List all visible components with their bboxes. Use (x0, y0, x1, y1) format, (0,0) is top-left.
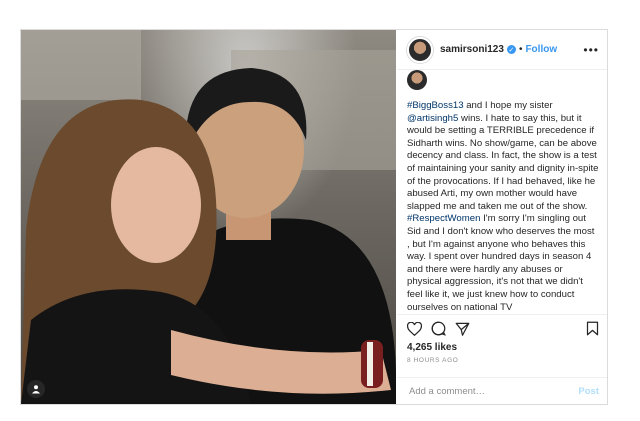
tagged-user-icon[interactable] (27, 380, 45, 398)
post-photo-illustration (21, 30, 396, 404)
caption-segment: I'm sorry I'm singling out Sid and I don… (407, 213, 595, 313)
caption-segment: and I hope my sister (463, 100, 553, 111)
like-heart-icon[interactable] (407, 321, 422, 336)
separator-dot: • (518, 44, 523, 55)
comment-input[interactable] (407, 384, 579, 398)
post-timestamp[interactable]: 8 HOURS AGO (407, 357, 458, 364)
more-options-icon[interactable]: ••• (583, 43, 599, 57)
comment-bubble-icon[interactable] (431, 321, 446, 336)
caption-avatar (407, 70, 427, 90)
caption-segment: wins. I hate to say this, but it would b… (407, 112, 599, 212)
follow-button[interactable]: Follow (525, 44, 557, 55)
post-photo[interactable] (21, 30, 396, 404)
post-caption: #BiggBoss13 and I hope my sister @artisi… (397, 70, 607, 340)
avatar[interactable] (407, 36, 433, 63)
share-send-icon[interactable] (455, 322, 470, 336)
verified-badge-icon: ✓ (506, 45, 516, 54)
post-header: samirsoni123 ✓ • Follow ••• (397, 30, 607, 70)
caption-link[interactable]: #RespectWomen (407, 213, 480, 224)
post-comment-button[interactable]: Post (578, 386, 599, 397)
like-count[interactable]: 4,265 likes (407, 342, 457, 353)
caption-text: #BiggBoss13 and I hope my sister @artisi… (407, 74, 599, 314)
instagram-post-embed: samirsoni123 ✓ • Follow ••• #BiggBoss13 … (20, 29, 608, 405)
post-actions-bar (397, 314, 607, 342)
add-comment-row: Post (397, 377, 607, 404)
caption-link[interactable]: @artisingh5 (407, 113, 458, 124)
username-link[interactable]: samirsoni123 (440, 44, 504, 55)
save-bookmark-icon[interactable] (586, 321, 599, 336)
post-sidebar: samirsoni123 ✓ • Follow ••• #BiggBoss13 … (397, 30, 607, 404)
caption-link[interactable]: #BiggBoss13 (407, 100, 464, 111)
